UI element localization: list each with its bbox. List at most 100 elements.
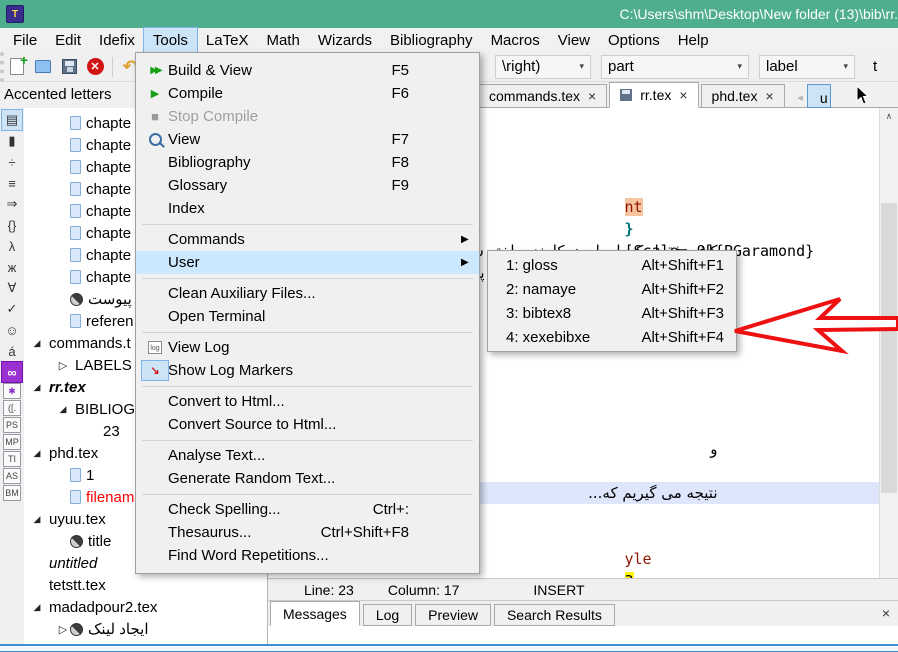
symbol-panel-icon[interactable]: ∞: [2, 362, 22, 382]
menubar-item[interactable]: Math: [257, 28, 308, 52]
menubar-item[interactable]: Bibliography: [381, 28, 482, 52]
menubar-item[interactable]: Wizards: [309, 28, 381, 52]
symbol-panel-icon[interactable]: ж: [2, 257, 22, 277]
symbol-panel-icon[interactable]: λ: [2, 236, 22, 256]
symbol-panel-icon[interactable]: MP: [3, 434, 21, 450]
menu-item[interactable]: Index ▶: [136, 197, 479, 220]
menu-item[interactable]: Check Spelling... Ctrl+: ▶: [136, 498, 479, 521]
tab-close-icon[interactable]: ×: [765, 88, 773, 104]
menubar-item[interactable]: Help: [669, 28, 718, 52]
open-file-button[interactable]: [31, 56, 55, 78]
menu-item[interactable]: View Log ▶: [136, 336, 479, 359]
menu-item[interactable]: ▶: [136, 490, 479, 498]
menu-item[interactable]: ▶: [136, 220, 479, 228]
menu-item[interactable]: Analyse Text... ▶: [136, 444, 479, 467]
tab-close-icon[interactable]: ×: [679, 87, 687, 103]
symbol-panel-icon[interactable]: {}: [2, 215, 22, 235]
tree-item-icon: [70, 138, 81, 152]
menu-item[interactable]: Compile F6 ▶: [136, 82, 479, 105]
menubar-item[interactable]: Idefix: [90, 28, 144, 52]
user-command-shortcut: Alt+Shift+F4: [641, 329, 724, 346]
symbol-panel-icon[interactable]: á: [2, 341, 22, 361]
menubar-item[interactable]: Tools: [144, 28, 197, 52]
scroll-up-icon[interactable]: ∧: [880, 108, 898, 125]
new-document-button[interactable]: [5, 56, 29, 78]
stop-button[interactable]: ✕: [83, 56, 107, 78]
symbol-panel-icon[interactable]: ▤: [2, 110, 22, 130]
menu-item[interactable]: Find Word Repetitions... ▶: [136, 544, 479, 567]
bottom-panel-tab[interactable]: Preview: [415, 604, 491, 626]
menu-item[interactable]: Open Terminal ▶: [136, 305, 479, 328]
symbol-panel-icon[interactable]: ∀: [2, 278, 22, 298]
bottom-panel-tab[interactable]: Messages: [270, 601, 360, 626]
menubar-item[interactable]: LaTeX: [197, 28, 258, 52]
document-tab[interactable]: phd.tex ×: [701, 84, 785, 107]
symbol-panel-icon[interactable]: ≡: [2, 173, 22, 193]
bottom-panel-tab[interactable]: Log: [363, 604, 412, 626]
menu-item[interactable]: ▶: [136, 274, 479, 282]
menu-item[interactable]: Clean Auxiliary Files... ▶: [136, 282, 479, 305]
document-tab[interactable]: rr.tex ×: [609, 82, 698, 108]
tree-item-icon: [70, 160, 81, 174]
document-tab[interactable]: commands.tex ×: [478, 84, 607, 107]
menu-item[interactable]: User ▶: [136, 251, 479, 274]
toolbar-combo[interactable]: \right) ▾: [495, 55, 591, 79]
menubar-item[interactable]: Options: [599, 28, 669, 52]
tree-row[interactable]: madadpour2.tex: [24, 596, 267, 618]
user-command-item[interactable]: 1: gloss Alt+Shift+F1: [488, 253, 736, 277]
save-button[interactable]: [57, 56, 81, 78]
app-icon: T: [6, 5, 24, 23]
menu-item-icon: [142, 130, 168, 149]
bottom-panel-close-icon[interactable]: ×: [882, 605, 890, 621]
symbol-panel-icon[interactable]: ✓: [2, 299, 22, 319]
menu-item[interactable]: Convert Source to Html... ▶: [136, 413, 479, 436]
menubar-item[interactable]: View: [549, 28, 599, 52]
tree-expander-icon: [30, 602, 44, 613]
user-command-item[interactable]: 3: bibtex8 Alt+Shift+F3: [488, 301, 736, 325]
menu-item[interactable]: Stop Compile ▶: [136, 105, 479, 128]
tree-expander-icon: [56, 623, 70, 636]
menu-item[interactable]: ▶: [136, 436, 479, 444]
menubar-item[interactable]: Edit: [46, 28, 90, 52]
code-segment: yle: [625, 550, 652, 568]
tab-scroll-left-button[interactable]: ◂: [793, 87, 808, 107]
tree-expander-icon: [30, 514, 44, 525]
menu-item[interactable]: ▶: [136, 382, 479, 390]
menubar-item[interactable]: Macros: [482, 28, 549, 52]
menu-item[interactable]: View F7 ▶: [136, 128, 479, 151]
user-command-item[interactable]: 4: xexebibxe Alt+Shift+F4: [488, 325, 736, 349]
symbol-panel-icon[interactable]: ([.: [3, 400, 21, 416]
symbol-panel-icon[interactable]: TI: [3, 451, 21, 467]
menu-item[interactable]: Generate Random Text... ▶: [136, 467, 479, 490]
user-command-item[interactable]: 2: namaye Alt+Shift+F2: [488, 277, 736, 301]
symbol-panel-icon[interactable]: ÷: [2, 152, 22, 172]
symbol-panel-icon[interactable]: PS: [3, 417, 21, 433]
symbol-panel-icon[interactable]: ⇒: [2, 194, 22, 214]
toolbar-combo[interactable]: part ▾: [601, 55, 749, 79]
menu-item[interactable]: Build & View F5 ▶: [136, 59, 479, 82]
menu-item[interactable]: Glossary F9 ▶: [136, 174, 479, 197]
menubar-item[interactable]: File: [4, 28, 46, 52]
menu-item[interactable]: Convert to Html... ▶: [136, 390, 479, 413]
symbol-panel-icon[interactable]: AS: [3, 468, 21, 484]
menu-item-icon: [142, 415, 168, 434]
bottom-panel-tab[interactable]: Search Results: [494, 604, 615, 626]
menu-item[interactable]: Commands ▶: [136, 228, 479, 251]
menu-item[interactable]: Show Log Markers ▶: [136, 359, 479, 382]
symbol-panel-icon[interactable]: ▮: [2, 131, 22, 151]
symbol-panel-icon[interactable]: ☺: [2, 320, 22, 340]
menu-bar: File Edit Idefix Tools LaTeX Math Wiza: [0, 28, 898, 52]
chevron-down-icon: ▾: [843, 61, 848, 72]
menu-item[interactable]: Thesaurus... Ctrl+Shift+F8 ▶: [136, 521, 479, 544]
symbol-panel-icon[interactable]: ✱: [3, 383, 21, 399]
tab-close-icon[interactable]: ×: [588, 88, 596, 104]
menu-item[interactable]: Bibliography F8 ▶: [136, 151, 479, 174]
toolbar-combo[interactable]: t: [867, 55, 893, 79]
save-icon: [62, 59, 77, 74]
toolbar-combo[interactable]: label ▾: [759, 55, 855, 79]
symbol-panel-icon[interactable]: BM: [3, 485, 21, 501]
menu-item[interactable]: ▶: [136, 328, 479, 336]
tree-row[interactable]: ایجاد لینک: [24, 618, 267, 640]
tree-row[interactable]: tetstt.tex: [24, 574, 267, 596]
partial-next-tab[interactable]: u: [808, 85, 830, 107]
